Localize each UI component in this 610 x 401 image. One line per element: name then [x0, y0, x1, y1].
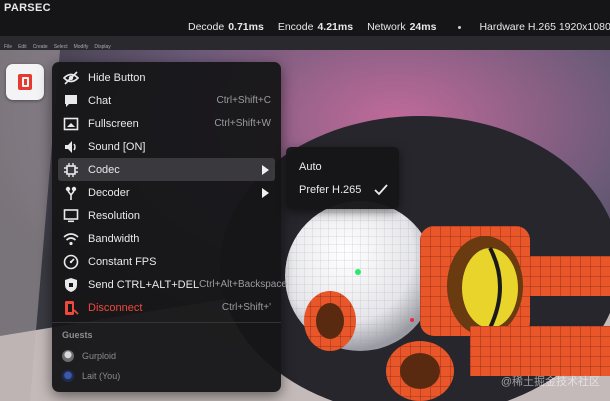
menu-item-send-ctrl-alt-del[interactable]: Send CTRL+ALT+DEL Ctrl+Alt+Backspace — [58, 273, 287, 296]
status-bar: PARSEC Decode 0.71ms Encode 4.21ms Network… — [0, 0, 610, 36]
parsec-window: PARSEC Decode 0.71ms Encode 4.21ms Network… — [0, 0, 610, 401]
encode-label: Encode — [277, 21, 314, 33]
menu-item-label: Send CTRL+ALT+DEL — [88, 278, 200, 291]
menu-item-constant-fps[interactable]: Constant FPS — [58, 250, 275, 273]
separator-dot — [458, 25, 462, 29]
menu-item-bandwidth[interactable]: Bandwidth — [58, 227, 275, 250]
menu-item-label: Sound [ON] — [88, 140, 146, 153]
remote-toolbar: File Edit Create Select Modify Display — [0, 36, 610, 51]
codec-option-auto[interactable]: Auto — [299, 161, 322, 173]
menu-item-label: Resolution — [88, 209, 140, 222]
menu-item-decoder[interactable]: Decoder — [58, 181, 275, 204]
wifi-icon — [63, 231, 79, 247]
network-label: Network — [367, 21, 406, 33]
disconnect-icon — [63, 300, 79, 316]
hardware-info: Hardware H.265 1920x1080 4:4:4 — [479, 21, 610, 33]
menu-item-hide-button[interactable]: Hide Button — [58, 66, 275, 89]
watermark: @稀土掘金技术社区 — [500, 376, 600, 388]
menu-item-label: Fullscreen — [88, 117, 139, 130]
menu-item-sound[interactable]: Sound [ON] — [58, 135, 275, 158]
decoder-icon — [63, 185, 79, 201]
menu-divider — [52, 322, 281, 323]
network-value: 24ms — [409, 21, 437, 33]
menu-item-disconnect[interactable]: Disconnect Ctrl+Shift+' — [58, 296, 275, 319]
submenu-arrow-icon — [262, 187, 269, 198]
menu-items: Hide Button Chat Ctrl+Shift+C Fullscreen… — [52, 66, 287, 319]
codec-option-prefer-h265[interactable]: Prefer H.265 — [299, 184, 361, 196]
monitor-icon — [63, 208, 79, 224]
menu-item-shortcut: Ctrl+Alt+Backspace — [199, 279, 287, 290]
menu-item-label: Bandwidth — [88, 232, 140, 245]
guest-name: Lait (You) — [82, 371, 121, 381]
encode-value: 4.21ms — [317, 21, 354, 33]
menu-item-label: Decoder — [88, 186, 130, 199]
menu-item-label: Chat — [88, 94, 112, 107]
parsec-logo-icon — [18, 74, 32, 90]
menu-item-label: Codec — [88, 163, 120, 176]
gauge-icon — [63, 254, 79, 270]
overlay-menu: Hide Button Chat Ctrl+Shift+C Fullscreen… — [52, 62, 287, 392]
menu-item-label: Hide Button — [88, 71, 146, 84]
menu-item-label: Disconnect — [88, 301, 143, 314]
checkmark-icon — [374, 184, 388, 196]
codec-submenu: Auto Prefer H.265 — [286, 147, 399, 209]
decode-value: 0.71ms — [228, 21, 264, 33]
guest-name: Gurploid — [82, 351, 117, 361]
menu-item-chat[interactable]: Chat Ctrl+Shift+C — [58, 89, 275, 112]
menu-item-resolution[interactable]: Resolution — [58, 204, 275, 227]
guest-item[interactable]: Gurploid — [62, 348, 116, 364]
menu-item-shortcut: Ctrl+Shift+C — [216, 95, 271, 106]
decode-stat: Decode 0.71ms — [188, 21, 264, 33]
menu-item-shortcut: Ctrl+Shift+W — [214, 118, 271, 129]
menu-item-shortcut: Ctrl+Shift+' — [221, 302, 271, 313]
decode-label: Decode — [188, 21, 225, 33]
guest-item[interactable]: Lait (You) — [62, 368, 120, 384]
menu-item-codec[interactable]: Codec — [58, 158, 275, 181]
avatar — [62, 350, 74, 362]
encode-stat: Encode 4.21ms — [278, 21, 353, 33]
menu-item-fullscreen[interactable]: Fullscreen Ctrl+Shift+W — [58, 112, 275, 135]
avatar — [62, 370, 74, 382]
speaker-icon — [63, 139, 79, 155]
guests-heading: Guests — [62, 330, 93, 340]
submenu-arrow-icon — [262, 164, 269, 175]
chip-icon — [63, 162, 79, 178]
eye-off-icon — [63, 70, 79, 86]
network-stat: Network 24ms — [367, 21, 436, 33]
menu-item-label: Constant FPS — [88, 255, 157, 268]
parsec-menu-button[interactable] — [6, 64, 44, 100]
stream-stats: Decode 0.71ms Encode 4.21ms Network 24ms Ha… — [188, 21, 610, 33]
shield-icon — [63, 277, 79, 293]
fullscreen-icon — [63, 116, 79, 132]
chat-icon — [63, 93, 79, 109]
brand-logo-text: PARSEC — [4, 2, 51, 14]
